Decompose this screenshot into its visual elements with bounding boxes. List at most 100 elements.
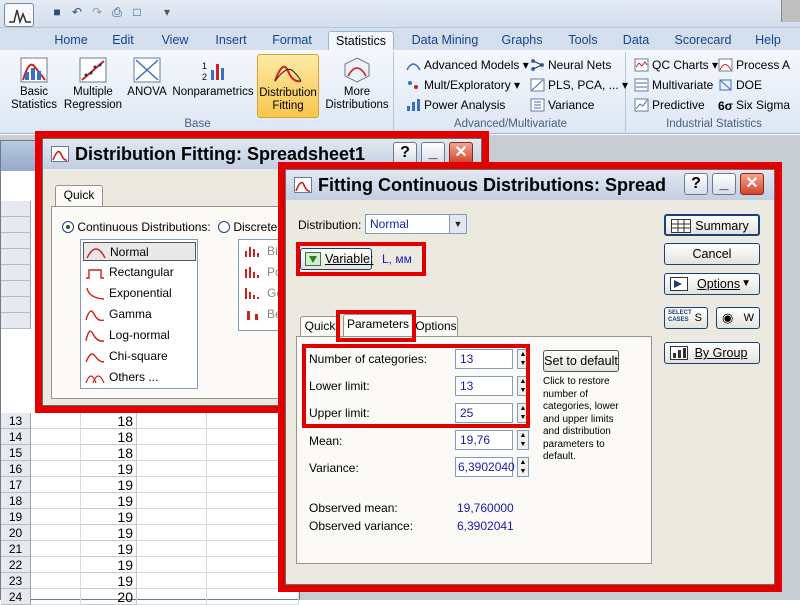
lower-limit-spinner[interactable]: ▲ ▼ — [517, 376, 529, 396]
table-cell[interactable] — [31, 461, 81, 477]
set-to-default-button[interactable]: Set to default — [543, 350, 619, 372]
table-cell[interactable]: 18 — [81, 413, 137, 429]
num-categories-spinner[interactable]: ▲ ▼ — [517, 349, 529, 369]
tab-edit[interactable]: Edit — [100, 31, 146, 50]
row-header[interactable]: 23 — [1, 573, 31, 589]
table-cell[interactable] — [31, 429, 81, 445]
table-cell[interactable]: 19 — [81, 509, 137, 525]
distribution-select[interactable]: Normal ▼ — [365, 214, 467, 234]
table-cell[interactable]: 18 — [81, 429, 137, 445]
basic-statistics-button[interactable]: Basic Statistics — [6, 54, 62, 118]
tab-scorecard[interactable]: Scorecard — [666, 31, 740, 50]
tab-parameters[interactable]: Parameters — [343, 314, 413, 336]
row-header[interactable] — [1, 233, 31, 249]
print-preview-icon[interactable]: □ — [130, 5, 144, 19]
tab-insert[interactable]: Insert — [206, 31, 256, 50]
table-cell[interactable] — [31, 413, 81, 429]
multivariate-button[interactable]: Multivariate — [632, 76, 713, 94]
table-cell[interactable] — [31, 525, 81, 541]
dist-item-exponential[interactable]: Exponential — [83, 284, 196, 303]
tab-format[interactable]: Format — [264, 31, 320, 50]
row-header[interactable] — [1, 265, 31, 281]
redo-icon[interactable]: ↷ — [90, 5, 104, 19]
table-cell[interactable] — [31, 589, 81, 605]
table-cell[interactable] — [137, 429, 207, 445]
table-cell[interactable] — [137, 445, 207, 461]
distribution-fitting-button[interactable]: Distribution Fitting — [257, 54, 319, 118]
table-cell[interactable] — [137, 493, 207, 509]
mean-input[interactable]: 19,76 — [455, 430, 513, 450]
table-cell[interactable]: 19 — [81, 477, 137, 493]
more-distributions-button[interactable]: More Distributions — [322, 54, 392, 118]
help-button[interactable]: ? — [393, 142, 417, 164]
neural-nets-button[interactable]: Neural Nets — [528, 56, 611, 74]
tab-tools[interactable]: Tools — [560, 31, 606, 50]
six-sigma-button[interactable]: 6σ Six Sigma — [716, 96, 790, 114]
window-control-strip[interactable] — [781, 0, 800, 22]
tab-options[interactable]: Options — [414, 316, 458, 336]
row-header[interactable]: 22 — [1, 557, 31, 573]
tab-home[interactable]: Home — [46, 31, 96, 50]
tab-data[interactable]: Data — [614, 31, 658, 50]
close-button[interactable]: ✕ — [449, 142, 473, 164]
variance-input[interactable]: 6,3902040 — [455, 457, 515, 477]
close-button[interactable]: ✕ — [740, 173, 764, 195]
table-cell[interactable]: 19 — [81, 557, 137, 573]
row-header[interactable]: 17 — [1, 477, 31, 493]
row-header[interactable] — [1, 281, 31, 297]
table-cell[interactable] — [31, 573, 81, 589]
row-header[interactable]: 14 — [1, 429, 31, 445]
row-header[interactable] — [1, 201, 31, 217]
table-cell[interactable] — [31, 557, 81, 573]
table-cell[interactable] — [137, 461, 207, 477]
row-header[interactable]: 21 — [1, 541, 31, 557]
save-icon[interactable]: ■ — [50, 5, 64, 19]
power-analysis-button[interactable]: Power Analysis — [404, 96, 505, 114]
table-cell[interactable]: 19 — [81, 573, 137, 589]
chevron-down-icon[interactable]: ▼ — [449, 215, 466, 233]
tab-quick[interactable]: Quick — [55, 185, 103, 207]
mult-exploratory-button[interactable]: Mult/Exploratory ▾ — [404, 76, 520, 94]
print-icon[interactable]: ⎙ — [110, 5, 124, 19]
row-header[interactable]: 20 — [1, 525, 31, 541]
row-header[interactable]: 16 — [1, 461, 31, 477]
row-header[interactable]: 24 — [1, 589, 31, 605]
table-cell[interactable]: 18 — [81, 445, 137, 461]
row-header[interactable]: 18 — [1, 493, 31, 509]
cancel-button[interactable]: Cancel — [664, 243, 760, 265]
table-cell[interactable]: 19 — [81, 541, 137, 557]
table-cell[interactable]: 19 — [81, 461, 137, 477]
multiple-regression-button[interactable]: Multiple Regression — [62, 54, 124, 118]
row-header[interactable] — [1, 297, 31, 313]
table-cell[interactable] — [31, 445, 81, 461]
tab-statistics[interactable]: Statistics — [328, 31, 394, 50]
dist-item-normal[interactable]: Normal — [83, 242, 196, 261]
tab-view[interactable]: View — [150, 31, 200, 50]
variable-button[interactable]: Variable: — [300, 248, 373, 270]
discrete-radio[interactable]: Discrete D — [218, 220, 289, 234]
table-cell[interactable]: 20 — [81, 589, 137, 605]
table-cell[interactable] — [137, 525, 207, 541]
row-header[interactable]: 19 — [1, 509, 31, 525]
table-cell[interactable] — [137, 477, 207, 493]
options-button[interactable]: Options ▼ — [664, 273, 760, 295]
process-analysis-button[interactable]: Process A — [716, 56, 790, 74]
undo-icon[interactable]: ↶ — [70, 5, 84, 19]
table-cell[interactable] — [137, 573, 207, 589]
table-cell[interactable] — [31, 477, 81, 493]
select-cases-button[interactable]: SELECT CASES S — [664, 307, 708, 329]
row-header[interactable]: 13 — [1, 413, 31, 429]
dist-item-log-normal[interactable]: Log-normal — [83, 326, 196, 345]
by-group-button[interactable]: By Group — [664, 342, 760, 364]
table-cell[interactable] — [137, 509, 207, 525]
dist-item-rectangular[interactable]: Rectangular — [83, 263, 196, 282]
customize-toolbar-icon[interactable]: ▾ — [160, 5, 174, 19]
doe-button[interactable]: DOE — [716, 76, 762, 94]
dist-item-gamma[interactable]: Gamma — [83, 305, 196, 324]
predictive-button[interactable]: Predictive — [632, 96, 705, 114]
mean-spinner[interactable]: ▲ ▼ — [517, 430, 529, 450]
minimize-button[interactable]: _ — [712, 173, 736, 195]
table-cell[interactable] — [31, 493, 81, 509]
continuous-radio[interactable]: Continuous Distributions: — [62, 220, 211, 234]
anova-button[interactable]: ANOVA — [124, 54, 170, 118]
